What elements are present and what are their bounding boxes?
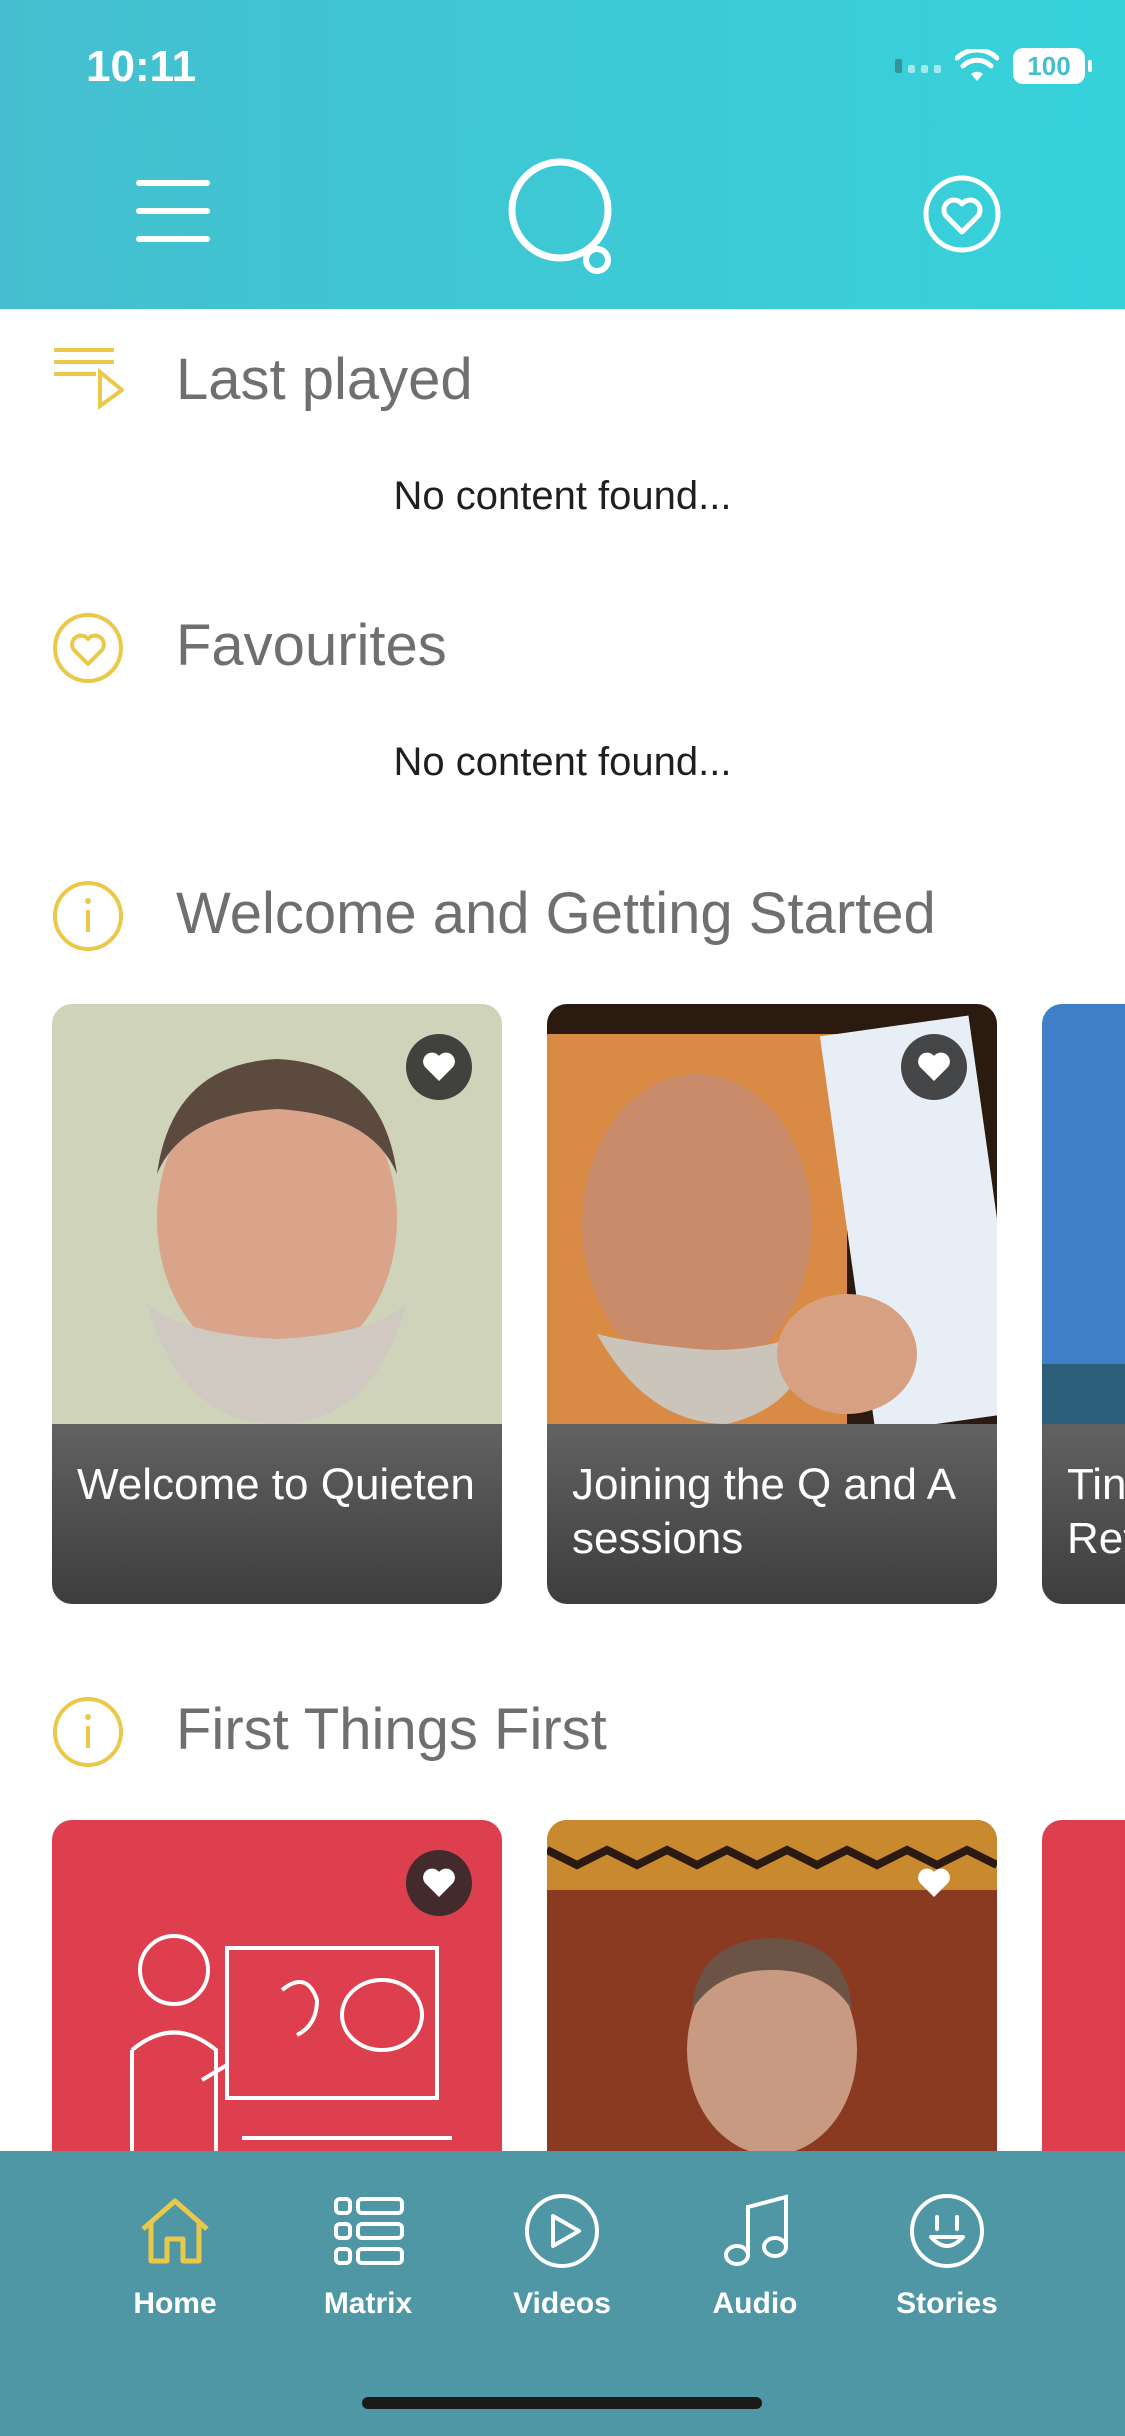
video-card[interactable] [547,1820,997,2151]
status-icons: 100 [895,48,1092,84]
menu-icon[interactable] [136,180,210,252]
tab-videos[interactable]: Videos [472,2191,652,2321]
tab-stories-label: Stories [896,2287,998,2320]
app-logo-icon [508,158,612,274]
bottom-tab-bar: Home Matrix Videos Audio Stories [0,2151,1125,2436]
card-title: Joining the Q and A sessions [572,1460,954,1563]
video-card[interactable]: Welcome to Quieten [52,1004,502,1604]
last-played-empty: No content found... [393,474,732,518]
favourite-heart-icon[interactable] [406,1034,472,1100]
info-icon [53,881,123,951]
favourites-heart-icon[interactable] [922,174,1002,254]
favourite-heart-icon[interactable] [901,1850,967,1916]
video-card[interactable]: Joining the Q and A sessions [547,1004,997,1604]
battery-icon: 100 [1013,48,1092,84]
status-time: 10:11 [86,42,197,91]
welcome-section-title: Welcome and Getting Started [176,881,936,946]
tab-matrix[interactable]: Matrix [278,2191,458,2321]
play-icon [525,2194,599,2268]
tab-audio-label: Audio [712,2287,798,2320]
info-icon [53,1697,123,1767]
smile-icon [910,2194,984,2268]
tab-home-label: Home [133,2287,217,2320]
video-card[interactable] [1042,1820,1125,2151]
tab-audio[interactable]: Audio [665,2191,845,2321]
playlist-icon [54,348,124,410]
heart-icon [53,613,123,683]
home-icon [141,2198,209,2264]
card-label-band [52,1424,502,1604]
favourites-title: Favourites [176,613,447,678]
tab-stories[interactable]: Stories [857,2191,1037,2321]
music-icon [724,2194,788,2266]
favourite-heart-icon[interactable] [406,1850,472,1916]
signal-icon [895,59,941,73]
tab-home[interactable]: Home [85,2191,265,2321]
video-thumbnail [1042,1004,1125,1424]
card-title: Welcome to Quieten [77,1460,475,1509]
wifi-icon [955,49,999,81]
home-indicator [362,2397,762,2409]
matrix-icon [334,2197,404,2265]
video-card[interactable] [52,1820,502,2151]
card-title: Tin Ret [1067,1460,1125,1563]
favourite-heart-icon[interactable] [901,1034,967,1100]
favourites-empty: No content found... [393,740,732,784]
first-things-section-title: First Things First [176,1697,607,1762]
app-header: 10:11 100 [0,0,1125,309]
tab-matrix-label: Matrix [323,2287,413,2320]
video-card[interactable]: Tin Ret [1042,1004,1125,1604]
tab-videos-label: Videos [513,2287,611,2320]
last-played-title: Last played [176,347,473,412]
